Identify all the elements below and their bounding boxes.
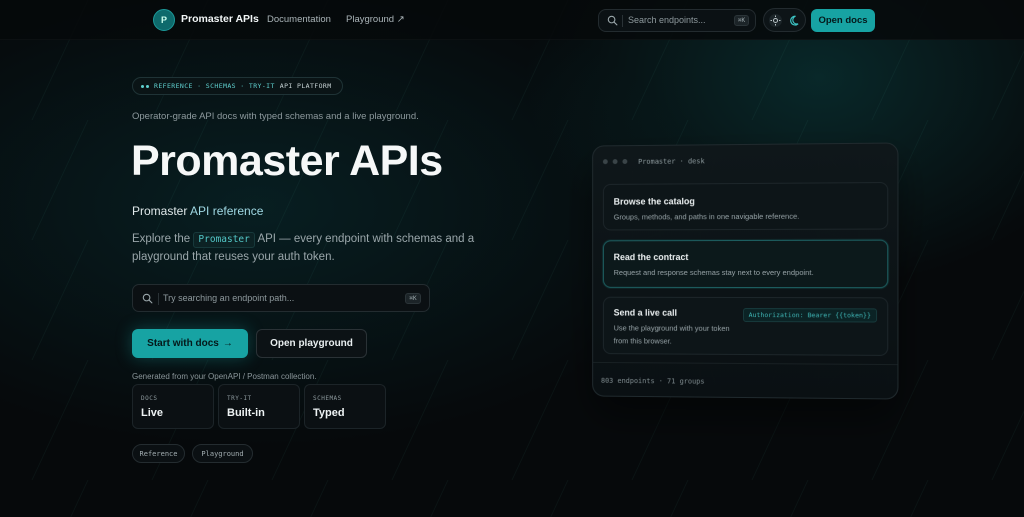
search-shortcut-badge: ⌘K bbox=[405, 293, 421, 304]
card-heading: Send a live call bbox=[613, 307, 678, 318]
header-search-input[interactable]: Search endpoints... ⌘K bbox=[598, 9, 756, 32]
generated-note: Generated from your OpenAPI / Postman co… bbox=[132, 372, 317, 381]
panel-divider bbox=[593, 361, 898, 366]
brand-name[interactable]: Promaster APIs bbox=[181, 13, 259, 25]
start-button-label: Start with docs bbox=[147, 338, 219, 349]
stat-value: Typed bbox=[313, 407, 345, 419]
window-controls bbox=[602, 159, 628, 165]
search-icon bbox=[607, 15, 618, 26]
endpoint-search-input[interactable]: Try searching an endpoint path... ⌘K bbox=[132, 284, 430, 312]
tagline: Operator-grade API docs with typed schem… bbox=[132, 111, 419, 122]
open-docs-button[interactable]: Open docs bbox=[811, 9, 875, 32]
eyebrow-tail: API PLATFORM bbox=[279, 82, 332, 90]
card-heading: Read the contract bbox=[613, 252, 689, 263]
stat-value: Live bbox=[141, 407, 164, 419]
search-placeholder: Try searching an endpoint path... bbox=[163, 293, 295, 303]
search-icon bbox=[142, 293, 153, 304]
chip-reference[interactable]: Reference bbox=[132, 444, 185, 463]
auth-header-code: Authorization: Bearer {{token}} bbox=[742, 307, 878, 323]
card-body: Request and response schemas stay next t… bbox=[613, 267, 814, 278]
top-navbar: P Promaster APIs Documentation Playgroun… bbox=[0, 0, 1024, 40]
theme-toggle[interactable] bbox=[763, 8, 806, 32]
nav-documentation-link[interactable]: Documentation bbox=[267, 14, 331, 25]
sun-icon bbox=[769, 14, 782, 27]
stat-card-try-it: TRY-IT Built-in bbox=[218, 384, 300, 429]
status-dots-icon bbox=[141, 84, 149, 88]
panel-footer-stats: 803 endpoints · 71 groups bbox=[600, 376, 705, 386]
stat-value: Built-in bbox=[227, 407, 265, 419]
search-placeholder: Search endpoints... bbox=[628, 15, 706, 25]
moon-icon bbox=[790, 15, 799, 26]
open-playground-button[interactable]: Open playground bbox=[256, 329, 367, 358]
desc-before: Explore the bbox=[132, 233, 191, 245]
subtitle-lead: Promaster bbox=[132, 204, 188, 218]
api-name-code: Promaster bbox=[193, 232, 255, 248]
search-shortcut-badge: ⌘K bbox=[734, 15, 749, 26]
stat-key: SCHEMAS bbox=[313, 395, 342, 402]
eyebrow-badge: REFERENCE · SCHEMAS · TRY-IT API PLATFOR… bbox=[132, 77, 343, 95]
panel-card-contract[interactable]: Read the contract Request and response s… bbox=[602, 239, 889, 289]
card-body: Use the playground with your token from … bbox=[613, 323, 730, 346]
stat-key: DOCS bbox=[141, 395, 158, 402]
chip-playground[interactable]: Playground bbox=[192, 444, 253, 463]
subtitle-accent: API reference bbox=[190, 204, 264, 218]
page-title: Promaster APIs bbox=[131, 137, 443, 185]
panel-card-catalog[interactable]: Browse the catalog Groups, methods, and … bbox=[602, 182, 889, 231]
stat-key: TRY-IT bbox=[227, 395, 252, 402]
card-body: Groups, methods, and paths in one naviga… bbox=[613, 211, 800, 222]
search-divider bbox=[158, 293, 159, 305]
stat-card-docs: DOCS Live bbox=[132, 384, 214, 429]
hero-description: Explore the Promaster API — every endpoi… bbox=[132, 230, 502, 266]
arrow-right-icon: → bbox=[222, 338, 233, 349]
nav-playground-link[interactable]: Playground ↗ bbox=[346, 14, 405, 25]
brand-logo[interactable]: P bbox=[153, 9, 175, 31]
panel-title: Promaster · desk bbox=[638, 157, 705, 166]
panel-card-live-call[interactable]: Send a live call Use the playground with… bbox=[602, 296, 889, 356]
search-divider bbox=[622, 15, 623, 27]
start-with-docs-button[interactable]: Start with docs → bbox=[132, 329, 248, 358]
hero-subtitle: Promaster API reference bbox=[132, 204, 263, 218]
card-heading: Browse the catalog bbox=[613, 196, 695, 207]
eyebrow-tags: REFERENCE · SCHEMAS · TRY-IT bbox=[154, 82, 275, 90]
desk-preview-panel: Promaster · desk Browse the catalog Grou… bbox=[592, 142, 899, 400]
stat-card-schemas: SCHEMAS Typed bbox=[304, 384, 386, 429]
